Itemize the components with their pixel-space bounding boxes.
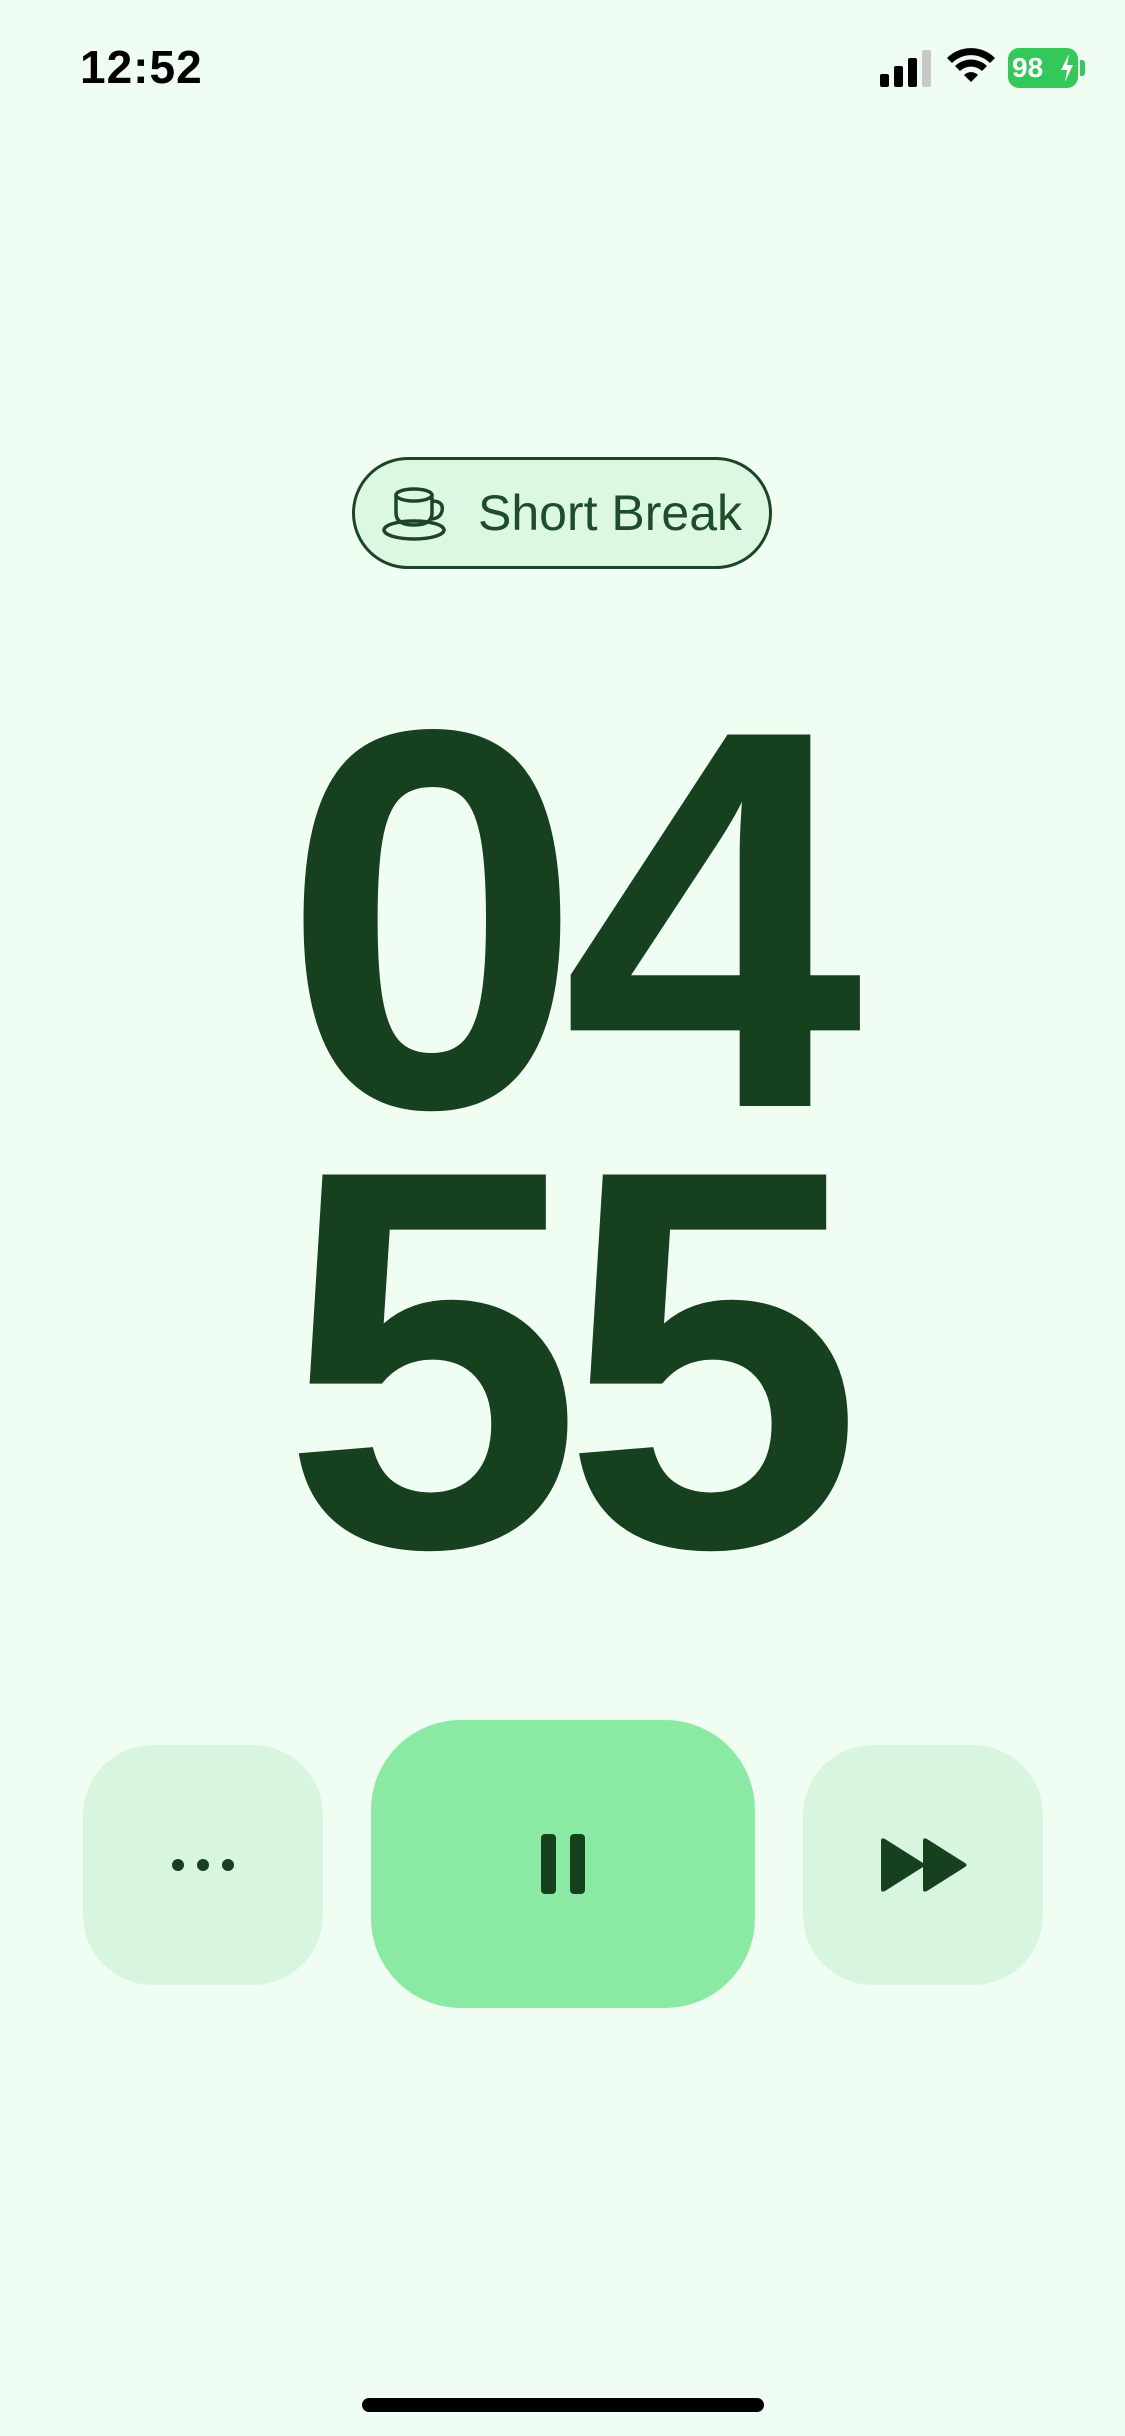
battery-charging-icon: 98 xyxy=(1008,48,1078,88)
cellular-signal-icon xyxy=(880,50,931,87)
pause-button[interactable] xyxy=(371,1720,755,2008)
timer-seconds: 55 xyxy=(282,1058,863,1661)
pause-icon xyxy=(541,1834,585,1894)
ellipsis-icon xyxy=(172,1859,234,1871)
battery-nub xyxy=(1080,60,1085,76)
mode-pill[interactable]: Short Break xyxy=(352,457,772,569)
status-time: 12:52 xyxy=(80,41,203,93)
bolt-icon xyxy=(1061,54,1073,82)
more-button[interactable] xyxy=(83,1745,323,1985)
skip-button[interactable] xyxy=(803,1745,1043,1985)
wifi-icon xyxy=(947,48,995,82)
battery-level: 98 xyxy=(1012,52,1044,83)
status-bar: 12:52 98 xyxy=(0,0,1125,140)
mode-label: Short Break xyxy=(477,485,742,541)
home-indicator[interactable] xyxy=(362,2398,764,2412)
coffee-cup-icon xyxy=(382,487,446,541)
fast-forward-icon xyxy=(881,1838,967,1892)
